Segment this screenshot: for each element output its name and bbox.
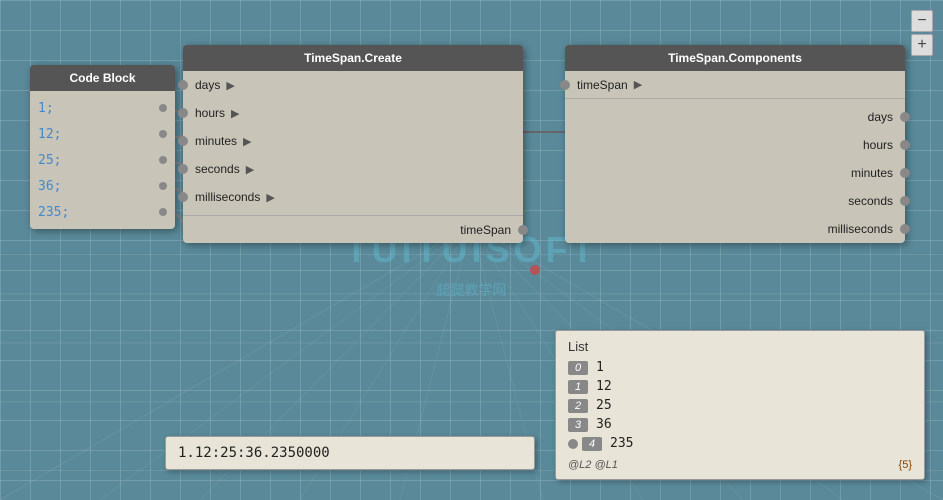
list-title: List <box>568 339 912 354</box>
components-input-row: timeSpan ▶ <box>565 71 905 99</box>
create-output-row: timeSpan <box>183 215 523 243</box>
list-footer-left: @L2 @L1 <box>568 459 618 471</box>
code-output-dot-3 <box>159 182 167 190</box>
code-line-3: 36; <box>30 173 175 199</box>
list-item-4: 4 235 <box>568 434 912 453</box>
components-port-milliseconds: milliseconds <box>565 215 905 243</box>
list-index-2: 2 <box>568 399 588 413</box>
list-footer: @L2 @L1 {5} <box>568 459 912 471</box>
list-index-0: 0 <box>568 361 588 375</box>
list-value-1: 12 <box>596 379 612 394</box>
list-index-1: 1 <box>568 380 588 394</box>
components-port-hours: hours <box>565 131 905 159</box>
timespan-create-header: TimeSpan.Create <box>183 45 523 71</box>
code-output-dot-1 <box>159 130 167 138</box>
code-line-0: 1; <box>30 95 175 121</box>
port-dot-timespan-in <box>560 80 570 90</box>
port-dot-minutes-in <box>178 136 188 146</box>
timespan-components-header: TimeSpan.Components <box>565 45 905 71</box>
list-index-4: 4 <box>582 437 602 451</box>
port-dot-days-in <box>178 80 188 90</box>
port-dot-hours-out <box>900 140 910 150</box>
port-dot-seconds-out <box>900 196 910 206</box>
port-dot-minutes-out <box>900 168 910 178</box>
code-line-4: 235; <box>30 199 175 225</box>
timespan-components-node: TimeSpan.Components timeSpan ▶ days hour… <box>565 45 905 243</box>
port-dot-seconds-in <box>178 164 188 174</box>
timespan-create-node: TimeSpan.Create days ▶ hours ▶ minutes ▶… <box>183 45 523 243</box>
list-value-3: 36 <box>596 417 612 432</box>
timespan-output-panel: 1.12:25:36.2350000 <box>165 436 535 470</box>
code-block-body: 1; 12; 25; 36; 235; <box>30 91 175 229</box>
list-index-3: 3 <box>568 418 588 432</box>
timespan-components-body: timeSpan ▶ days hours minutes seconds mi… <box>565 71 905 243</box>
zoom-controls: − + <box>911 10 933 56</box>
list-value-4: 235 <box>610 436 633 451</box>
create-port-milliseconds: milliseconds ▶ <box>183 183 523 211</box>
list-item-3: 3 36 <box>568 415 912 434</box>
port-dot-days-out <box>900 112 910 122</box>
list-value-0: 1 <box>596 360 604 375</box>
create-port-minutes: minutes ▶ <box>183 127 523 155</box>
zoom-plus-button[interactable]: + <box>911 34 933 56</box>
list-footer-count: {5} <box>899 459 912 471</box>
port-dot-hours-in <box>178 108 188 118</box>
components-port-days: days <box>565 103 905 131</box>
code-line-2: 25; <box>30 147 175 173</box>
code-output-dot-0 <box>159 104 167 112</box>
list-item-0: 0 1 <box>568 358 912 377</box>
create-port-hours: hours ▶ <box>183 99 523 127</box>
list-panel: List 0 1 1 12 2 25 3 36 4 235 @L2 @L1 {5… <box>555 330 925 480</box>
code-line-1: 12; <box>30 121 175 147</box>
port-dot-ms-out <box>900 224 910 234</box>
timespan-create-body: days ▶ hours ▶ minutes ▶ seconds ▶ milli… <box>183 71 523 243</box>
code-block-header: Code Block <box>30 65 175 91</box>
port-dot-timespan-out <box>518 225 528 235</box>
list-value-2: 25 <box>596 398 612 413</box>
list-item-1: 1 12 <box>568 377 912 396</box>
port-dot-ms-in <box>178 192 188 202</box>
components-port-minutes: minutes <box>565 159 905 187</box>
list-dot <box>568 439 578 449</box>
components-port-seconds: seconds <box>565 187 905 215</box>
create-port-seconds: seconds ▶ <box>183 155 523 183</box>
code-output-dot-2 <box>159 156 167 164</box>
list-item-2: 2 25 <box>568 396 912 415</box>
timespan-output-value: 1.12:25:36.2350000 <box>178 445 330 461</box>
code-output-dot-4 <box>159 208 167 216</box>
zoom-minus-button[interactable]: − <box>911 10 933 32</box>
code-block-node: Code Block 1; 12; 25; 36; 235; <box>30 65 175 229</box>
create-port-days: days ▶ <box>183 71 523 99</box>
